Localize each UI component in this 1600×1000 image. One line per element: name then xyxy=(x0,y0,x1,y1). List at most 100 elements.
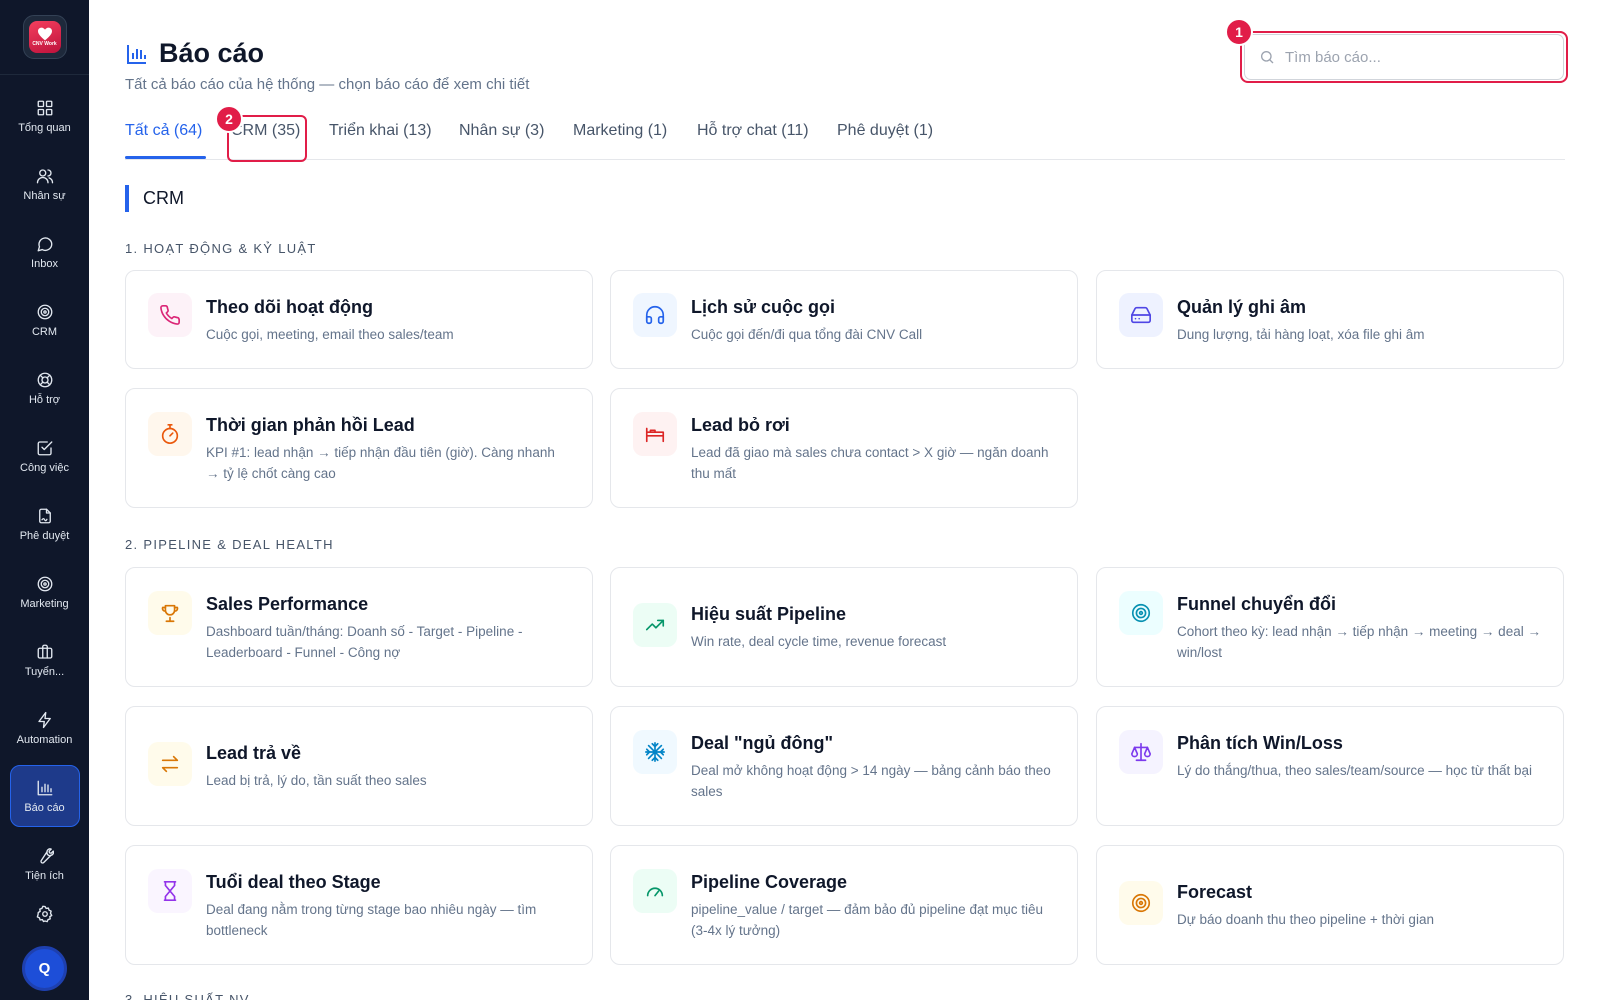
sidebar-item-nhan-su[interactable]: Nhân sự xyxy=(10,153,80,215)
user-avatar[interactable]: Q xyxy=(22,946,67,991)
card-description: Lead bị trả, lý do, tần suất theo sales xyxy=(206,773,427,788)
hard-drive-icon xyxy=(1119,293,1163,337)
sidebar-item-label: Báo cáo xyxy=(24,801,65,814)
users-icon xyxy=(36,168,53,183)
sidebar-item-marketing[interactable]: Marketing xyxy=(10,561,80,623)
phone-icon xyxy=(148,293,192,337)
sidebar-item-phe-duyet[interactable]: Phê duyệt xyxy=(10,493,80,555)
sidebar-item-label: Tổng quan xyxy=(18,121,71,134)
grid-icon xyxy=(37,100,52,115)
tab-nhan-su[interactable]: Nhân sự (3) xyxy=(459,122,544,140)
briefcase-icon xyxy=(37,644,52,659)
card-description: Dung lượng, tải hàng loạt, xóa file ghi … xyxy=(1177,327,1425,342)
page-header: Báo cáo xyxy=(125,38,264,69)
active-tab-underline xyxy=(125,156,206,159)
app-logo[interactable]: CNV Work xyxy=(22,15,67,59)
heart-logo-icon: CNV Work xyxy=(28,21,61,53)
lifebuoy-icon xyxy=(37,372,52,387)
card-title: Sales Performance xyxy=(206,594,369,614)
card-description: Lý do thắng/thua, theo sales/team/source… xyxy=(1177,763,1533,778)
report-card-pipeline-coverage[interactable]: Pipeline Coverage pipeline_value / targe… xyxy=(610,845,1078,965)
sidebar-item-bao-cao[interactable]: Báo cáo xyxy=(9,765,80,827)
sidebar-item-label: Automation xyxy=(16,733,73,746)
report-card-sales-performance[interactable]: Sales Performance Dashboard tuần/tháng: … xyxy=(125,567,593,687)
card-title: Theo dõi hoạt động xyxy=(206,297,373,317)
scale-icon xyxy=(1119,730,1163,774)
report-card-tuoi-deal-theo-stage[interactable]: Tuổi deal theo Stage Deal đang nằm trong… xyxy=(125,845,593,965)
annotation-badge-2: 2 xyxy=(215,105,243,133)
report-card-lead-tra-ve[interactable]: Lead trả về Lead bị trả, lý do, tần suất… xyxy=(125,706,593,826)
group-title-hoat-dong: 1. HOẠT ĐỘNG & KỶ LUẬT xyxy=(125,241,317,256)
section-title-crm: CRM xyxy=(125,185,184,212)
card-description: KPI #1: lead nhận → tiếp nhận đầu tiên (… xyxy=(206,445,555,481)
report-card-hieu-suat-pipeline[interactable]: Hiệu suất Pipeline Win rate, deal cycle … xyxy=(610,567,1078,687)
page-title: Báo cáo xyxy=(159,38,265,68)
tab-ho-tro-chat[interactable]: Hỗ trợ chat (11) xyxy=(697,122,809,140)
report-card-thoi-gian-phan-hoi-lead[interactable]: Thời gian phản hồi Lead KPI #1: lead nhậ… xyxy=(125,388,593,508)
logo-text: CNV Work xyxy=(32,41,57,47)
target-icon xyxy=(1119,591,1163,635)
card-description: Lead đã giao mà sales chưa contact > X g… xyxy=(691,445,1049,481)
trending-up-icon xyxy=(633,603,677,647)
sidebar: CNV Work Tổng quan Nhân sự Inbox CRM Hỗ … xyxy=(0,0,89,1000)
report-card-quan-ly-ghi-am[interactable]: Quản lý ghi âm Dung lượng, tải hàng loạt… xyxy=(1096,270,1564,369)
sidebar-item-settings[interactable] xyxy=(10,901,80,931)
search-icon xyxy=(1261,51,1274,64)
card-title: Deal "ngủ đông" xyxy=(691,733,834,753)
sidebar-item-tien-ich[interactable]: Tiện ích xyxy=(10,833,80,895)
search-box[interactable] xyxy=(1244,34,1564,80)
page-subtitle: Tất cả báo cáo của hệ thống — chọn báo c… xyxy=(125,76,530,93)
snowflake-icon xyxy=(633,730,677,774)
card-description: Dashboard tuần/tháng: Doanh số - Target … xyxy=(206,624,523,660)
sidebar-item-crm[interactable]: CRM xyxy=(10,289,80,351)
logo-area: CNV Work xyxy=(0,0,89,75)
sidebar-item-cong-viec[interactable]: Công việc xyxy=(10,425,80,487)
tab-trien-khai[interactable]: Triển khai (13) xyxy=(329,122,432,140)
report-card-deal-ngu-dong[interactable]: Deal "ngủ đông" Deal mở không hoạt động … xyxy=(610,706,1078,826)
swap-arrows-icon xyxy=(148,742,192,786)
card-title: Tuổi deal theo Stage xyxy=(206,872,381,892)
card-title: Thời gian phản hồi Lead xyxy=(206,415,415,435)
report-card-funnel-chuyen-doi[interactable]: Funnel chuyển đổi Cohort theo kỳ: lead n… xyxy=(1096,567,1564,687)
report-card-phan-tich-win-loss[interactable]: Phân tích Win/Loss Lý do thắng/thua, the… xyxy=(1096,706,1564,826)
sidebar-item-label: Nhân sự xyxy=(23,189,66,202)
bar-chart-icon xyxy=(127,44,146,64)
annotation-badge-1: 1 xyxy=(1225,18,1253,46)
tab-phe-duyet[interactable]: Phê duyệt (1) xyxy=(837,122,933,140)
file-sign-icon xyxy=(38,508,51,523)
tab-tat-ca[interactable]: Tất cả (64) xyxy=(125,122,202,140)
report-card-lead-bo-roi[interactable]: Lead bỏ rơi Lead đã giao mà sales chưa c… xyxy=(610,388,1078,508)
target-icon xyxy=(1119,881,1163,925)
report-card-theo-doi-hoat-dong[interactable]: Theo dõi hoạt động Cuộc gọi, meeting, em… xyxy=(125,270,593,369)
report-card-forecast[interactable]: Forecast Dự báo doanh thu theo pipeline … xyxy=(1096,845,1564,965)
card-title: Lead bỏ rơi xyxy=(691,415,790,435)
sidebar-item-tong-quan[interactable]: Tổng quan xyxy=(10,85,80,147)
card-description: Cuộc gọi, meeting, email theo sales/team xyxy=(206,327,454,342)
target-icon xyxy=(37,304,52,319)
tab-marketing[interactable]: Marketing (1) xyxy=(573,122,667,140)
sidebar-item-ho-tro[interactable]: Hỗ trợ xyxy=(10,357,80,419)
card-title: Lead trả về xyxy=(206,743,302,763)
sidebar-item-tuyen-dung[interactable]: Tuyển... xyxy=(10,629,80,691)
bar-chart-icon xyxy=(37,780,52,795)
trophy-icon xyxy=(148,591,192,635)
chat-bubble-icon xyxy=(37,236,52,251)
search-input[interactable] xyxy=(1285,48,1545,66)
checkbox-icon xyxy=(37,440,52,455)
group-title-hieu-suat-nv: 3. HIỆU SUẤT NV xyxy=(125,992,250,1000)
sidebar-item-label: Tuyển... xyxy=(24,665,65,678)
sidebar-item-label: Công việc xyxy=(20,461,69,474)
card-description: Deal mở không hoạt động > 14 ngày — bảng… xyxy=(691,763,1051,799)
sidebar-item-label: Marketing xyxy=(20,597,69,610)
sidebar-nav: Tổng quan Nhân sự Inbox CRM Hỗ trợ Công … xyxy=(9,75,80,931)
card-description: Cuộc gọi đến/đi qua tổng đài CNV Call xyxy=(691,327,923,342)
card-description: Deal đang nằm trong từng stage bao nhiêu… xyxy=(206,902,537,938)
sidebar-item-automation[interactable]: Automation xyxy=(10,697,80,759)
target-icon xyxy=(37,576,52,591)
report-card-lich-su-cuoc-goi[interactable]: Lịch sử cuộc gọi Cuộc gọi đến/đi qua tổn… xyxy=(610,270,1078,369)
main-content: Báo cáo Tất cả báo cáo của hệ thống — ch… xyxy=(89,0,1600,1000)
sidebar-item-inbox[interactable]: Inbox xyxy=(10,221,80,283)
card-title: Quản lý ghi âm xyxy=(1177,297,1307,317)
hourglass-icon xyxy=(148,869,192,913)
card-title: Lịch sử cuộc gọi xyxy=(691,297,836,317)
